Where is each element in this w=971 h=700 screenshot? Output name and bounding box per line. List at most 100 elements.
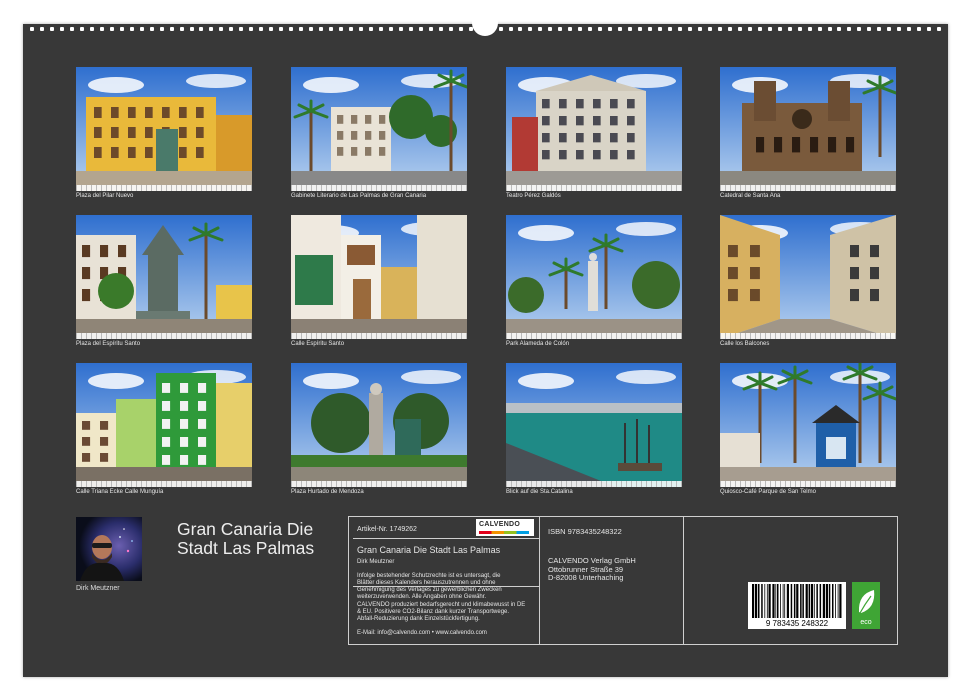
- divider: [683, 517, 684, 644]
- binding-dot: [847, 27, 852, 31]
- eco-label: eco: [860, 619, 871, 626]
- binding-dot: [757, 27, 762, 31]
- publisher-address: CALVENDO Verlag GmbH Ottobrunner Straße 3…: [548, 556, 636, 583]
- binding-dot: [398, 27, 403, 31]
- binding-dot: [69, 27, 74, 31]
- binding-dot: [249, 27, 254, 31]
- binding-dot: [239, 27, 244, 31]
- binding-dot: [169, 27, 174, 31]
- binding-dot: [349, 27, 353, 31]
- isbn: ISBN 9783435248322: [548, 527, 622, 536]
- binding-dot: [727, 27, 732, 31]
- mini-calendar-strip: [76, 481, 252, 487]
- binding-dot: [179, 27, 184, 31]
- photo-caption: Gabinete Literario de Las Palmas de Gran…: [291, 193, 427, 199]
- binding-dot: [358, 27, 363, 31]
- binding-dot: [129, 27, 134, 31]
- barcode: 9 783435 248322: [748, 582, 846, 629]
- binding-dot: [39, 27, 44, 31]
- calendar-photo: [291, 67, 467, 191]
- binding-dot: [309, 27, 314, 31]
- photo-caption: Quiosco-Café Parque de San Telmo: [720, 489, 816, 495]
- photo-caption: Teatro Pérez Galdós: [506, 193, 561, 199]
- binding-dot: [588, 27, 593, 31]
- binding-dot: [877, 27, 882, 31]
- photo-caption: Calle Espíritu Santo: [291, 341, 345, 347]
- calvendo-logo: CALVENDO: [476, 519, 534, 536]
- legal-line: Genehmigung des Verlages zu gewerblichen…: [357, 587, 502, 593]
- binding-dot: [827, 27, 832, 31]
- binding-dot: [867, 27, 872, 31]
- binding-dot: [837, 27, 842, 31]
- author-name: Dirk Meutzner: [76, 585, 120, 592]
- mini-calendar-strip: [291, 185, 467, 191]
- binding-dot: [59, 27, 64, 31]
- binding-dot: [777, 27, 782, 31]
- calendar-photo: [76, 215, 252, 339]
- calendar-photo: [720, 67, 896, 191]
- binding-dot: [937, 27, 942, 31]
- calendar-photo: [76, 67, 252, 191]
- eco-badge: eco: [852, 582, 880, 629]
- binding-dot: [648, 27, 653, 31]
- legal-line: Infolge bestehender Schutzrechte ist es …: [357, 573, 501, 579]
- binding-dot: [737, 27, 742, 31]
- binding-dot: [528, 27, 533, 31]
- binding-dot: [428, 27, 433, 31]
- mini-calendar-strip: [76, 333, 252, 339]
- binding-dot: [30, 27, 34, 31]
- binding-dot: [319, 27, 324, 31]
- calendar-photo: [291, 215, 467, 339]
- calendar-photo: [720, 215, 896, 339]
- binding-dot: [897, 27, 902, 31]
- calendar-photo: [291, 363, 467, 487]
- binding-dot: [408, 27, 413, 31]
- binding-dot: [717, 27, 722, 31]
- binding-dot: [638, 27, 643, 31]
- binding-dot: [608, 27, 613, 31]
- binding-dot: [79, 27, 84, 31]
- binding-dot: [458, 27, 463, 31]
- binding-dot: [99, 27, 104, 31]
- binding-dot: [448, 27, 453, 31]
- binding-dot: [548, 27, 553, 31]
- binding-dot: [927, 27, 932, 31]
- binding-dot: [707, 27, 712, 31]
- publisher-info-box: Artikel-Nr. 1749262 CALVENDO Gran Canari…: [348, 516, 898, 645]
- eco-text-line: & EU. Positivere CO2-Bilanz dank kurzer …: [357, 609, 510, 615]
- binding-dot: [209, 27, 214, 31]
- binding-dot: [697, 27, 702, 31]
- binding-dot: [289, 27, 294, 31]
- binding-dot: [817, 27, 822, 31]
- binding-dot: [558, 27, 563, 31]
- binding-dot: [787, 27, 792, 31]
- eco-text-line: Abfall-Reduzierung dank Einzelstückferti…: [357, 616, 480, 622]
- calendar-photo: [506, 363, 682, 487]
- binding-dot: [89, 27, 94, 31]
- binding-dot: [149, 27, 154, 31]
- binding-dot: [199, 27, 204, 31]
- binding-dot: [628, 27, 633, 31]
- legal-notice: Infolge bestehender Schutzrechte ist es …: [357, 573, 502, 601]
- eco-notice: CALVENDO produziert bedarfsgerecht und k…: [357, 602, 525, 623]
- mini-calendar-strip: [76, 185, 252, 191]
- binding-dot: [887, 27, 892, 31]
- mini-calendar-strip: [720, 185, 896, 191]
- binding-dot: [767, 27, 772, 31]
- binding-dot: [618, 27, 623, 31]
- binding-dot: [368, 27, 373, 31]
- photo-caption: Plaza del Pilar Nuevo: [76, 193, 134, 199]
- binding-dot: [329, 27, 334, 31]
- photo-caption: Calle Triana Ecke Calle Munguía: [76, 489, 164, 495]
- binding-dot: [917, 27, 922, 31]
- calendar-photo: [506, 215, 682, 339]
- binding-dot: [388, 27, 393, 31]
- binding-dot: [538, 27, 543, 31]
- author-photo: [76, 517, 142, 581]
- binding-dot: [159, 27, 164, 31]
- legal-line: Blätter dieses Kalenders herauszutrennen…: [357, 580, 496, 586]
- barcode-digits: 9 783435 248322: [766, 619, 829, 628]
- photo-caption: Blick auf die Sta.Catalina: [506, 489, 573, 495]
- mini-calendar-strip: [720, 481, 896, 487]
- photo-caption: Calle los Balcones: [720, 341, 770, 347]
